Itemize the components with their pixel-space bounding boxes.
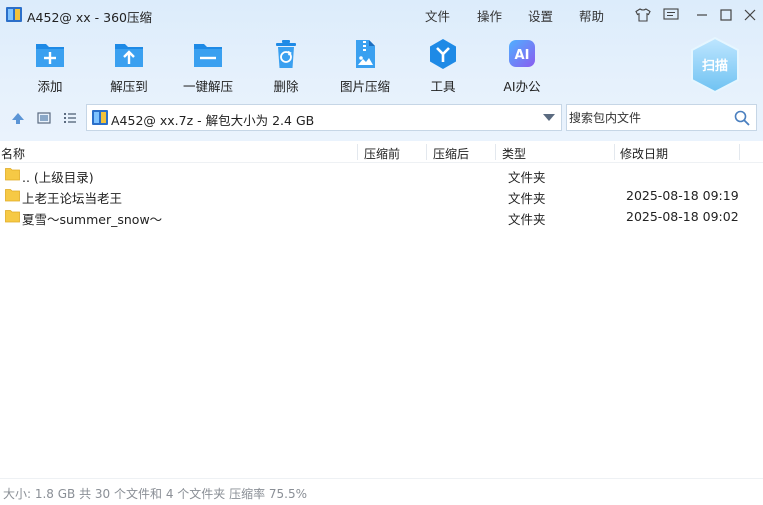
column-size-before[interactable]: 压缩前 [364,145,400,162]
column-date[interactable]: 修改日期 [620,145,668,162]
one-click-extract-icon [194,44,222,67]
maximize-icon [720,9,732,21]
column-divider[interactable] [357,144,358,160]
extract-to-button[interactable]: 解压到 [89,36,169,94]
row-type: 文件夹 [508,170,546,185]
add-icon [36,44,64,67]
column-divider[interactable] [495,144,496,160]
row-name: .. (上级目录) [22,170,94,185]
column-type[interactable]: 类型 [502,145,526,162]
archive-file-icon [92,110,108,125]
menu-help[interactable]: 帮助 [579,6,604,25]
close-button[interactable] [741,6,759,24]
chevron-down-icon[interactable] [543,114,555,122]
archive-app-icon [6,7,22,22]
view-list-button[interactable] [61,109,79,127]
column-size-after[interactable]: 压缩后 [433,145,469,162]
status-text: 大小: 1.8 GB 共 30 个文件和 4 个文件夹 压缩率 75.5% [3,487,308,501]
row-type: 文件夹 [508,212,546,227]
menu-file[interactable]: 文件 [425,6,450,25]
scan-label: 扫描 [701,59,728,74]
delete-button[interactable]: 删除 [246,36,326,94]
image-compress-button[interactable]: 图片压缩 [325,36,405,94]
address-path: A452@ xx.7z - 解包大小为 2.4 GB [111,113,315,128]
extract-to-label: 解压到 [110,79,148,94]
minimize-icon [697,14,707,16]
menu-settings[interactable]: 设置 [528,6,553,25]
close-icon [744,9,756,21]
row-name: 上老王论坛当老王 [22,191,123,206]
ai-office-button[interactable]: AI AI办公 [482,36,562,94]
tools-label: 工具 [430,79,456,94]
column-divider[interactable] [739,144,740,160]
trash-icon [276,40,296,68]
column-name[interactable]: 名称 [1,145,25,162]
details-view-icon [37,112,51,124]
arrow-up-icon [12,113,24,124]
image-compress-icon [356,40,375,68]
search-input[interactable] [569,108,729,127]
shirt-icon [635,8,651,22]
folder-icon [5,168,20,181]
message-icon [663,8,679,20]
column-divider[interactable] [426,144,427,160]
search-box[interactable] [566,104,757,131]
view-detail-button[interactable] [35,109,53,127]
skin-button[interactable] [634,6,652,24]
address-bar[interactable]: A452@ xx.7z - 解包大小为 2.4 GB [86,104,562,131]
add-button[interactable]: 添加 [10,36,90,94]
ai-office-label: AI办公 [503,79,541,94]
row-date: 2025-08-18 09:02 [626,209,739,224]
search-icon[interactable] [734,110,750,126]
delete-label: 删除 [273,79,299,94]
folder-icon [5,189,20,202]
scan-button[interactable]: 扫描 [688,36,742,94]
minimize-button[interactable] [693,6,711,24]
menu-operate[interactable]: 操作 [477,6,502,25]
table-row[interactable]: .. (上级目录) 文件夹 [0,164,763,185]
row-type: 文件夹 [508,191,546,206]
window-title: A452@ xx - 360压缩 [27,10,152,25]
tools-button[interactable]: 工具 [403,36,483,94]
table-row[interactable]: 夏雪～summer_snow～ 文件夹 2025-08-18 09:02 [0,206,763,227]
add-label: 添加 [37,79,63,94]
svg-text:AI: AI [515,48,530,63]
folder-icon [5,210,20,223]
tools-icon [430,39,456,69]
maximize-button[interactable] [717,6,735,24]
ai-icon: AI [509,40,535,67]
row-name: 夏雪～summer_snow～ [22,212,163,227]
up-button[interactable] [9,109,27,127]
list-header: 名称 压缩前 压缩后 类型 修改日期 [0,141,763,163]
extract-to-icon [115,44,143,67]
one-click-extract-label: 一键解压 [182,79,233,94]
status-bar: 大小: 1.8 GB 共 30 个文件和 4 个文件夹 压缩率 75.5% [0,478,763,505]
table-row[interactable]: 上老王论坛当老王 文件夹 2025-08-18 09:19 [0,185,763,206]
one-click-extract-button[interactable]: 一键解压 [168,36,248,94]
list-view-icon [64,113,76,123]
title-bar: A452@ xx - 360压缩 文件 操作 设置 帮助 [0,0,763,30]
row-date: 2025-08-18 09:19 [626,188,739,203]
column-divider[interactable] [614,144,615,160]
image-compress-label: 图片压缩 [339,79,390,94]
feedback-button[interactable] [662,6,680,24]
